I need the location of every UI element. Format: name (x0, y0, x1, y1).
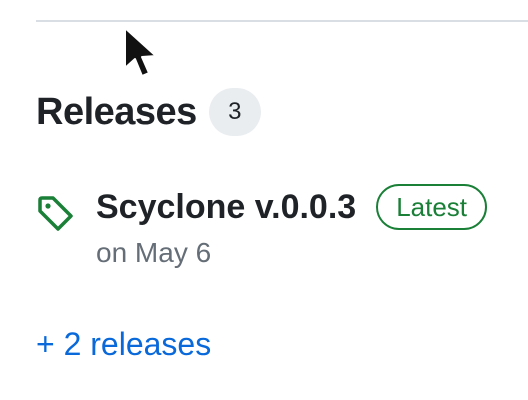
release-date: on May 6 (96, 237, 212, 268)
latest-badge: Latest (376, 184, 488, 230)
tag-icon (38, 196, 73, 231)
section-divider (36, 20, 528, 22)
releases-title-link[interactable]: Releases (36, 88, 197, 136)
release-details: Scyclone v.0.0.3 Latest on May 6 (96, 182, 488, 270)
release-name-link[interactable]: Scyclone v.0.0.3 (96, 182, 356, 232)
mouse-cursor-icon (124, 27, 157, 77)
release-title-row: Scyclone v.0.0.3 Latest (96, 182, 488, 232)
releases-count-badge: 3 (208, 88, 261, 136)
latest-release-item[interactable]: Scyclone v.0.0.3 Latest on May 6 (36, 182, 488, 270)
more-releases-link[interactable]: + 2 releases (36, 324, 211, 364)
releases-header: Releases 3 (36, 88, 261, 136)
